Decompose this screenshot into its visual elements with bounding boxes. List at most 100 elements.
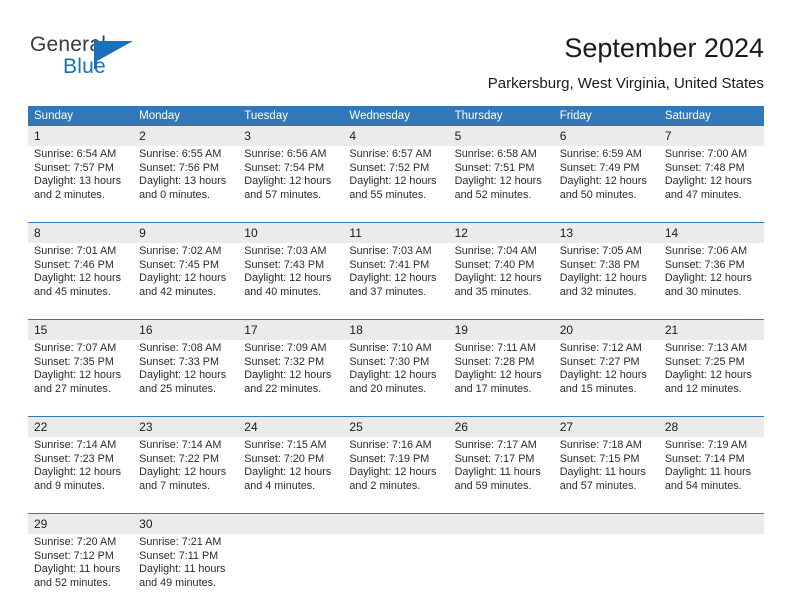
- sunset-time: Sunset: 7:49 PM: [559, 161, 640, 174]
- day-number-cell[interactable]: 18: [343, 319, 449, 340]
- day-info-cell: Sunrise: 7:17 AM Sunset: 7:17 PM Daylight:…: [448, 437, 554, 514]
- day-number-cell[interactable]: 7: [658, 126, 764, 146]
- sunset-time: Sunset: 7:51 PM: [454, 161, 535, 174]
- day-number-cell[interactable]: 22: [28, 416, 134, 437]
- day-number-cell[interactable]: 8: [28, 222, 134, 243]
- calendar-body: 1 2 3 4 5 6 7 Sunrise: 6:54 AM Sunset: 7:57 PM Da…: [28, 126, 764, 610]
- general-blue-logo[interactable]: General Blue: [30, 33, 170, 81]
- day-info-cell: Sunrise: 7:14 AM Sunset: 7:22 PM Daylight:…: [133, 437, 239, 514]
- page-subtitle-location: Parkersburg, West Virginia, United State…: [487, 75, 764, 92]
- sunset-time: Sunset: 7:17 PM: [454, 452, 535, 465]
- day-info-cell: Sunrise: 7:12 AM Sunset: 7:27 PM Daylight:…: [553, 340, 659, 417]
- day-info-cell: Sunrise: 7:09 AM Sunset: 7:32 PM Daylight:…: [238, 340, 344, 417]
- daylight-duration-line2: and 7 minutes.: [139, 479, 210, 492]
- daylight-duration-line2: and 0 minutes.: [139, 188, 210, 201]
- daylight-duration-line1: Daylight: 12 hours: [454, 272, 542, 285]
- day-number-cell[interactable]: 10: [238, 222, 344, 243]
- daylight-duration-line1: Daylight: 12 hours: [34, 369, 122, 382]
- day-number-cell[interactable]: 25: [343, 416, 449, 437]
- day-number-cell[interactable]: 12: [448, 222, 554, 243]
- day-number-cell[interactable]: 15: [28, 319, 134, 340]
- sunrise-time: Sunrise: 7:01 AM: [34, 245, 117, 257]
- day-number-cell[interactable]: 29: [28, 513, 134, 534]
- sunset-time: Sunset: 7:25 PM: [664, 355, 745, 368]
- sunrise-time: Sunrise: 7:14 AM: [34, 439, 117, 451]
- sunset-time: Sunset: 7:27 PM: [559, 355, 640, 368]
- daylight-duration-line2: and 57 minutes.: [559, 479, 637, 492]
- day-number-cell[interactable]: 16: [133, 319, 239, 340]
- weekday-header-friday: Friday: [553, 106, 659, 126]
- sunset-time: Sunset: 7:30 PM: [349, 355, 430, 368]
- day-number-cell[interactable]: 23: [133, 416, 239, 437]
- daylight-duration-line1: Daylight: 12 hours: [559, 369, 647, 382]
- day-number-cell[interactable]: 24: [238, 416, 344, 437]
- day-number-cell[interactable]: 19: [448, 319, 554, 340]
- weekday-header-wednesday: Wednesday: [343, 106, 449, 126]
- daylight-duration-line1: Daylight: 12 hours: [139, 272, 227, 285]
- day-number-cell[interactable]: 28: [658, 416, 764, 437]
- daylight-duration-line1: Daylight: 11 hours: [34, 563, 121, 576]
- day-number-cell[interactable]: 20: [553, 319, 659, 340]
- week-info-row: Sunrise: 7:01 AM Sunset: 7:46 PM Daylight:…: [28, 243, 764, 320]
- day-number-cell[interactable]: 6: [553, 126, 659, 146]
- day-info-cell: Sunrise: 7:07 AM Sunset: 7:35 PM Daylight:…: [28, 340, 134, 417]
- daylight-duration-line2: and 47 minutes.: [664, 188, 742, 201]
- day-info-cell: Sunrise: 7:02 AM Sunset: 7:45 PM Daylight:…: [133, 243, 239, 320]
- sunset-time: Sunset: 7:19 PM: [349, 452, 430, 465]
- daylight-duration-line2: and 40 minutes.: [244, 285, 322, 298]
- sunrise-time: Sunrise: 6:54 AM: [34, 148, 117, 160]
- sunset-time: Sunset: 7:32 PM: [244, 355, 325, 368]
- daylight-duration-line1: Daylight: 12 hours: [559, 272, 647, 285]
- day-info-cell: Sunrise: 6:58 AM Sunset: 7:51 PM Daylight:…: [448, 146, 554, 223]
- sunset-time: Sunset: 7:12 PM: [34, 549, 114, 562]
- day-number-cell[interactable]: 26: [448, 416, 554, 437]
- sunrise-time: Sunrise: 6:57 AM: [349, 148, 432, 160]
- sunrise-time: Sunrise: 6:55 AM: [139, 148, 222, 160]
- day-info-cell-empty: [238, 534, 344, 610]
- day-number-cell[interactable]: 3: [238, 126, 344, 146]
- day-number-cell[interactable]: 17: [238, 319, 344, 340]
- sunrise-time: Sunrise: 7:18 AM: [559, 439, 642, 451]
- daylight-duration-line2: and 9 minutes.: [34, 479, 105, 492]
- day-info-cell: Sunrise: 7:14 AM Sunset: 7:23 PM Daylight:…: [28, 437, 134, 514]
- daylight-duration-line2: and 45 minutes.: [34, 285, 111, 298]
- daylight-duration-line1: Daylight: 12 hours: [34, 466, 122, 479]
- day-number-cell[interactable]: 2: [133, 126, 239, 146]
- weekday-header-saturday: Saturday: [658, 106, 764, 126]
- day-info-cell: Sunrise: 7:00 AM Sunset: 7:48 PM Daylight:…: [658, 146, 764, 223]
- day-number-cell-empty: [553, 513, 659, 534]
- sunrise-time: Sunrise: 7:17 AM: [454, 439, 537, 451]
- day-number-cell[interactable]: 30: [133, 513, 239, 534]
- weekday-header-thursday: Thursday: [448, 106, 554, 126]
- day-number-cell[interactable]: 21: [658, 319, 764, 340]
- day-number-cell[interactable]: 13: [553, 222, 659, 243]
- sunset-time: Sunset: 7:14 PM: [664, 452, 745, 465]
- weekday-header-sunday: Sunday: [28, 106, 134, 126]
- sunrise-time: Sunrise: 7:20 AM: [34, 536, 117, 548]
- week-daynumber-row: 8 9 10 11 12 13 14: [28, 222, 764, 243]
- daylight-duration-line2: and 20 minutes.: [349, 382, 427, 395]
- calendar-header-row: Sunday Monday Tuesday Wednesday Thursday…: [28, 106, 764, 126]
- daylight-duration-line1: Daylight: 12 hours: [244, 272, 332, 285]
- day-number-cell[interactable]: 14: [658, 222, 764, 243]
- daylight-duration-line2: and 4 minutes.: [244, 479, 316, 492]
- daylight-duration-line2: and 25 minutes.: [139, 382, 216, 395]
- sunrise-time: Sunrise: 7:15 AM: [244, 439, 327, 451]
- sunset-time: Sunset: 7:15 PM: [559, 452, 640, 465]
- daylight-duration-line2: and 52 minutes.: [454, 188, 532, 201]
- daylight-duration-line2: and 52 minutes.: [34, 576, 111, 589]
- sunrise-time: Sunrise: 7:03 AM: [349, 245, 432, 257]
- day-number-cell[interactable]: 9: [133, 222, 239, 243]
- weekday-header-tuesday: Tuesday: [238, 106, 344, 126]
- page-title: September 2024: [564, 33, 764, 63]
- sunrise-time: Sunrise: 7:14 AM: [139, 439, 222, 451]
- day-number-cell[interactable]: 5: [448, 126, 554, 146]
- week-info-row: Sunrise: 7:14 AM Sunset: 7:23 PM Daylight:…: [28, 437, 764, 514]
- day-number-cell[interactable]: 4: [343, 126, 449, 146]
- day-number-cell[interactable]: 11: [343, 222, 449, 243]
- daylight-duration-line1: Daylight: 12 hours: [34, 272, 122, 285]
- day-number-cell[interactable]: 1: [28, 126, 134, 146]
- day-number-cell[interactable]: 27: [553, 416, 659, 437]
- sunset-time: Sunset: 7:11 PM: [139, 549, 219, 562]
- day-info-cell: Sunrise: 7:08 AM Sunset: 7:33 PM Daylight:…: [133, 340, 239, 417]
